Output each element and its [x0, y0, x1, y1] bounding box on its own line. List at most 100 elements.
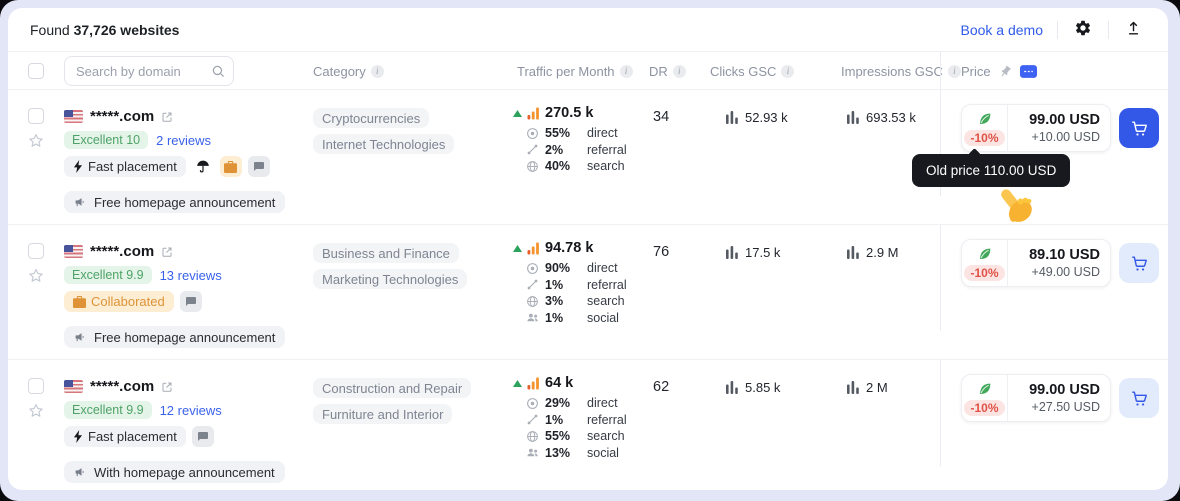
row-select-cell: [28, 243, 64, 349]
leaf-icon: [977, 111, 993, 127]
topbar: Found 37,726 websites Book a demo: [8, 8, 1168, 52]
column-impressions[interactable]: Impressions GSC i: [833, 64, 961, 79]
row-checkbox[interactable]: [28, 378, 44, 394]
search-input[interactable]: [64, 56, 234, 86]
row-checkbox[interactable]: [28, 108, 44, 124]
export-button[interactable]: [1123, 18, 1144, 42]
info-icon[interactable]: i: [781, 64, 795, 78]
export-icon: [1125, 20, 1142, 40]
discount-badge[interactable]: -10%: [964, 264, 1005, 281]
column-traffic[interactable]: Traffic per Month i: [509, 64, 641, 79]
traffic-pct: 2%: [545, 142, 564, 157]
traffic-bars-icon: [527, 377, 540, 390]
clicks-value: 52.93 k: [745, 110, 788, 125]
traffic-breakdown-row: 1% referral: [513, 278, 641, 292]
traffic-source-label: search: [587, 294, 625, 308]
traffic-breakdown-row: 1% social: [513, 311, 641, 325]
traffic-pct: 13%: [545, 445, 571, 460]
info-icon[interactable]: i: [370, 64, 384, 78]
row-checkbox[interactable]: [28, 243, 44, 259]
impressions-value: 2.9 M: [866, 245, 899, 260]
rating-badge: Excellent 9.9: [64, 266, 152, 284]
table-header: Categoryi Traffic per Monthi DRi Clicks …: [8, 52, 1168, 90]
price-extra: +49.00 USD: [1031, 265, 1100, 279]
category-cell: Cryptocurrencies Internet Technologies: [305, 108, 509, 214]
traffic-cell: 270.5 k 55% direct 2% referral 40% search: [509, 105, 641, 214]
us-flag-icon: [64, 110, 83, 123]
add-to-cart-button[interactable]: [1119, 243, 1159, 283]
reviews-link[interactable]: 13 reviews: [160, 268, 222, 283]
info-icon[interactable]: i: [672, 64, 686, 78]
umbrella-icon[interactable]: [192, 156, 214, 177]
bar-chart-icon: [847, 246, 859, 259]
divider: [1057, 20, 1058, 39]
comment-icon[interactable]: [179, 291, 202, 312]
column-price[interactable]: Price: [940, 52, 1168, 90]
traffic-breakdown-row: 40% search: [513, 159, 641, 173]
megaphone-icon: [74, 466, 88, 479]
traffic-bars-icon: [527, 107, 540, 120]
traffic-pct: 55%: [545, 126, 571, 140]
reviews-link[interactable]: 12 reviews: [160, 403, 222, 418]
discount-badge[interactable]: -10%: [964, 129, 1005, 146]
favorite-star-icon[interactable]: [27, 267, 45, 285]
favorite-star-icon[interactable]: [27, 132, 45, 150]
bar-chart-icon: [847, 381, 859, 394]
book-demo-link[interactable]: Book a demo: [961, 22, 1044, 38]
reviews-link[interactable]: 2 reviews: [156, 133, 211, 148]
select-all-checkbox[interactable]: [28, 63, 44, 79]
announcement-badge: Free homepage announcement: [64, 326, 286, 348]
feature-chip: Fast placement: [64, 156, 186, 177]
favorite-star-icon[interactable]: [27, 402, 45, 420]
category-cell: Business and Finance Marketing Technologi…: [305, 243, 509, 349]
category-tag: Furniture and Interior: [313, 404, 453, 424]
traffic-breakdown-row: 13% social: [513, 446, 641, 460]
discount-badge[interactable]: -10%: [964, 399, 1005, 416]
column-category[interactable]: Category i: [305, 64, 509, 79]
domain-name[interactable]: *****.com: [90, 378, 154, 395]
traffic-pct: 55%: [545, 429, 571, 443]
traffic-source-label: direct: [587, 261, 618, 275]
search-cell: [64, 56, 305, 86]
search-icon: [525, 295, 539, 308]
price-card: -10% 99.00 USD +10.00 USD: [961, 104, 1111, 152]
pin-icon[interactable]: [996, 62, 1014, 80]
add-to-cart-button[interactable]: [1119, 108, 1159, 148]
category-cell: Construction and Repair Furniture and Int…: [305, 378, 509, 484]
briefcase-icon[interactable]: [219, 156, 242, 177]
domain-name[interactable]: *****.com: [90, 243, 154, 260]
external-link-icon[interactable]: [161, 381, 173, 393]
traffic-source-label: referral: [587, 412, 627, 427]
info-icon[interactable]: i: [619, 64, 633, 78]
traffic-source-label: direct: [587, 126, 618, 140]
coupon-icon[interactable]: [1019, 64, 1037, 78]
traffic-source-label: direct: [587, 396, 618, 410]
traffic-breakdown-row: 55% direct: [513, 126, 641, 140]
lightning-icon: [73, 430, 83, 443]
domain-cell: *****.com Excellent 10 2 reviews Fast pl…: [64, 108, 305, 214]
traffic-pct: 1%: [545, 412, 564, 427]
comment-icon[interactable]: [191, 426, 214, 447]
comment-icon[interactable]: [247, 156, 270, 177]
settings-button[interactable]: [1072, 17, 1094, 42]
trend-up-icon: [513, 244, 522, 252]
column-clicks[interactable]: Clicks GSC i: [702, 64, 833, 79]
traffic-pct: 3%: [545, 294, 564, 308]
traffic-value: 64 k: [545, 375, 574, 391]
domain-name[interactable]: *****.com: [90, 108, 154, 125]
clicks-cell: 17.5 k: [702, 243, 833, 349]
social-icon: [525, 446, 539, 459]
search-box[interactable]: [64, 56, 234, 86]
external-link-icon[interactable]: [161, 246, 173, 258]
traffic-source-label: referral: [587, 142, 627, 157]
external-link-icon[interactable]: [161, 111, 173, 123]
add-to-cart-button[interactable]: [1119, 378, 1159, 418]
category-tag: Marketing Technologies: [313, 269, 468, 289]
category-tag: Cryptocurrencies: [313, 108, 430, 128]
app-screen: Found 37,726 websites Book a demo Search…: [0, 0, 1180, 501]
results-count-prefix: Found: [30, 21, 70, 38]
price-cell: -10% 89.10 USD +49.00 USD: [940, 225, 1168, 331]
column-dr[interactable]: DR i: [641, 64, 702, 79]
table-row: *****.com Excellent 9.9 12 reviews Fast …: [8, 360, 1168, 490]
social-icon: [525, 311, 539, 324]
